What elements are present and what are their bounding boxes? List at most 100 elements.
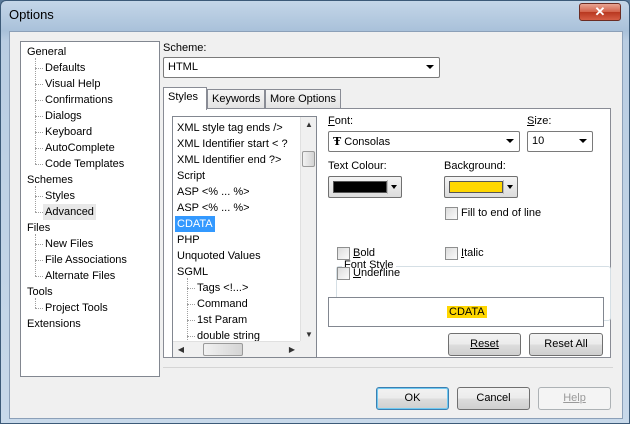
scroll-up-icon[interactable]: ▲	[301, 117, 316, 133]
text-colour-label: Text Colour:	[328, 160, 387, 172]
tree-connector	[35, 148, 43, 149]
tab-label: More Options	[270, 93, 337, 105]
tree-connector	[35, 244, 43, 245]
reset-button[interactable]: Reset	[448, 333, 521, 356]
tree-item-code-templates[interactable]: Code Templates	[43, 156, 126, 172]
tree-item-alternate-files[interactable]: Alternate Files	[43, 268, 117, 284]
size-select[interactable]: 10	[527, 131, 593, 152]
vertical-scrollbar[interactable]: ▲ ▼	[300, 117, 316, 343]
tree-item-extensions[interactable]: Extensions	[25, 316, 83, 332]
scroll-right-icon[interactable]: ▶	[284, 342, 300, 357]
tree-connector	[35, 164, 43, 165]
tree-item-new-files[interactable]: New Files	[43, 236, 95, 252]
tree-item-confirmations[interactable]: Confirmations	[43, 92, 115, 108]
font-select[interactable]: Ŧ Consolas	[328, 131, 520, 152]
text-colour-picker[interactable]	[328, 176, 402, 198]
text-colour-swatch	[333, 181, 387, 193]
tree-connector	[35, 276, 43, 277]
tree-connector	[35, 58, 36, 164]
tree-connector	[35, 298, 36, 308]
tree-item-files[interactable]: Files	[25, 220, 52, 236]
tab-label: Styles	[168, 91, 198, 103]
font-value: Consolas	[344, 136, 391, 148]
tree-item-general[interactable]: General	[25, 44, 68, 60]
reset-all-button-label: Reset All	[544, 338, 588, 350]
horizontal-scrollbar[interactable]: ◀ ▶	[173, 341, 300, 357]
tree-connector	[35, 84, 43, 85]
background-colour-picker[interactable]	[444, 176, 518, 198]
style-list-item[interactable]: Tags <!...>	[197, 280, 248, 296]
scheme-label: Scheme:	[163, 42, 207, 54]
tab-styles[interactable]: Styles	[163, 87, 207, 110]
cancel-button-label: Cancel	[476, 392, 511, 404]
style-list-item[interactable]: Unquoted Values	[177, 248, 261, 264]
tree-item-styles[interactable]: Styles	[43, 188, 77, 204]
list-tree-connector	[187, 288, 195, 289]
reset-button-label: Reset	[470, 338, 499, 350]
style-list-item[interactable]: Script	[177, 168, 205, 184]
tree-connector	[35, 196, 43, 197]
tab-keywords[interactable]: Keywords	[207, 89, 265, 109]
bold-label: Bold	[353, 247, 376, 259]
cancel-button[interactable]: Cancel	[457, 387, 530, 410]
close-button[interactable]: ✕	[579, 3, 621, 21]
ok-button[interactable]: OK	[376, 387, 449, 410]
tree-connector	[35, 68, 43, 69]
tree-item-file-associations[interactable]: File Associations	[43, 252, 129, 268]
style-list-item[interactable]: SGML	[177, 264, 208, 280]
tree-item-tools[interactable]: Tools	[25, 284, 55, 300]
size-value: 10	[532, 135, 545, 147]
tree-item-schemes[interactable]: Schemes	[25, 172, 75, 188]
tree-item-advanced[interactable]: Advanced	[43, 204, 96, 220]
bold-checkbox[interactable]	[337, 247, 350, 260]
tree-connector	[35, 260, 43, 261]
italic-label: Italic	[461, 247, 484, 259]
tree-item-visual-help[interactable]: Visual Help	[43, 76, 102, 92]
close-icon: ✕	[594, 4, 606, 19]
chevron-down-icon	[426, 65, 434, 69]
scheme-value: HTML	[168, 61, 198, 73]
reset-all-button[interactable]: Reset All	[529, 333, 603, 356]
style-list-item[interactable]: PHP	[177, 232, 200, 248]
style-list-item[interactable]: 1st Param	[197, 312, 247, 328]
chevron-down-icon	[579, 139, 587, 143]
list-tree-connector	[187, 304, 195, 305]
options-category-tree[interactable]: General Defaults Visual Help Confirmations D…	[20, 41, 160, 377]
style-list-item[interactable]: Command	[197, 296, 248, 312]
tree-connector	[35, 234, 36, 276]
scroll-left-icon[interactable]: ◀	[173, 342, 189, 357]
tree-connector	[35, 100, 43, 101]
tree-item-keyboard[interactable]: Keyboard	[43, 124, 94, 140]
horizontal-scroll-thumb[interactable]	[203, 343, 243, 356]
help-button-label: Help	[563, 392, 586, 404]
styles-listbox[interactable]: XML style tag ends /> XML Identifier star…	[172, 116, 317, 358]
tab-label: Keywords	[212, 93, 261, 105]
dialog-separator	[163, 367, 613, 368]
style-list-item[interactable]: ASP <% ... %>	[177, 184, 250, 200]
underline-checkbox[interactable]	[337, 267, 350, 280]
scheme-select[interactable]: HTML	[163, 57, 440, 78]
tree-connector	[35, 212, 43, 213]
style-list-item[interactable]: XML Identifier end ?>	[177, 152, 281, 168]
fill-to-end-checkbox[interactable]	[445, 207, 458, 220]
tab-more-options[interactable]: More Options	[265, 89, 341, 109]
style-list-item[interactable]: ASP <% ... %>	[177, 200, 250, 216]
dialog-client-area: General Defaults Visual Help Confirmations D…	[9, 31, 623, 419]
tree-connector	[35, 186, 36, 212]
tree-item-dialogs[interactable]: Dialogs	[43, 108, 84, 124]
help-button[interactable]: Help	[538, 387, 611, 410]
tree-item-autocomplete[interactable]: AutoComplete	[43, 140, 117, 156]
style-list-item[interactable]: CDATA	[175, 216, 215, 232]
window-title: Options	[9, 7, 54, 22]
vertical-scroll-thumb[interactable]	[302, 151, 315, 167]
size-label: Size:	[527, 115, 552, 127]
tree-item-defaults[interactable]: Defaults	[43, 60, 87, 76]
list-tree-connector	[187, 278, 188, 342]
font-label: Font:	[328, 115, 354, 127]
scrollbar-corner	[300, 341, 316, 357]
style-list-item[interactable]: XML Identifier start < ?	[177, 136, 288, 152]
title-bar[interactable]: Options ✕	[1, 1, 629, 29]
style-list-item[interactable]: XML style tag ends />	[177, 120, 283, 136]
italic-checkbox[interactable]	[445, 247, 458, 260]
tree-item-project-tools[interactable]: Project Tools	[43, 300, 110, 316]
